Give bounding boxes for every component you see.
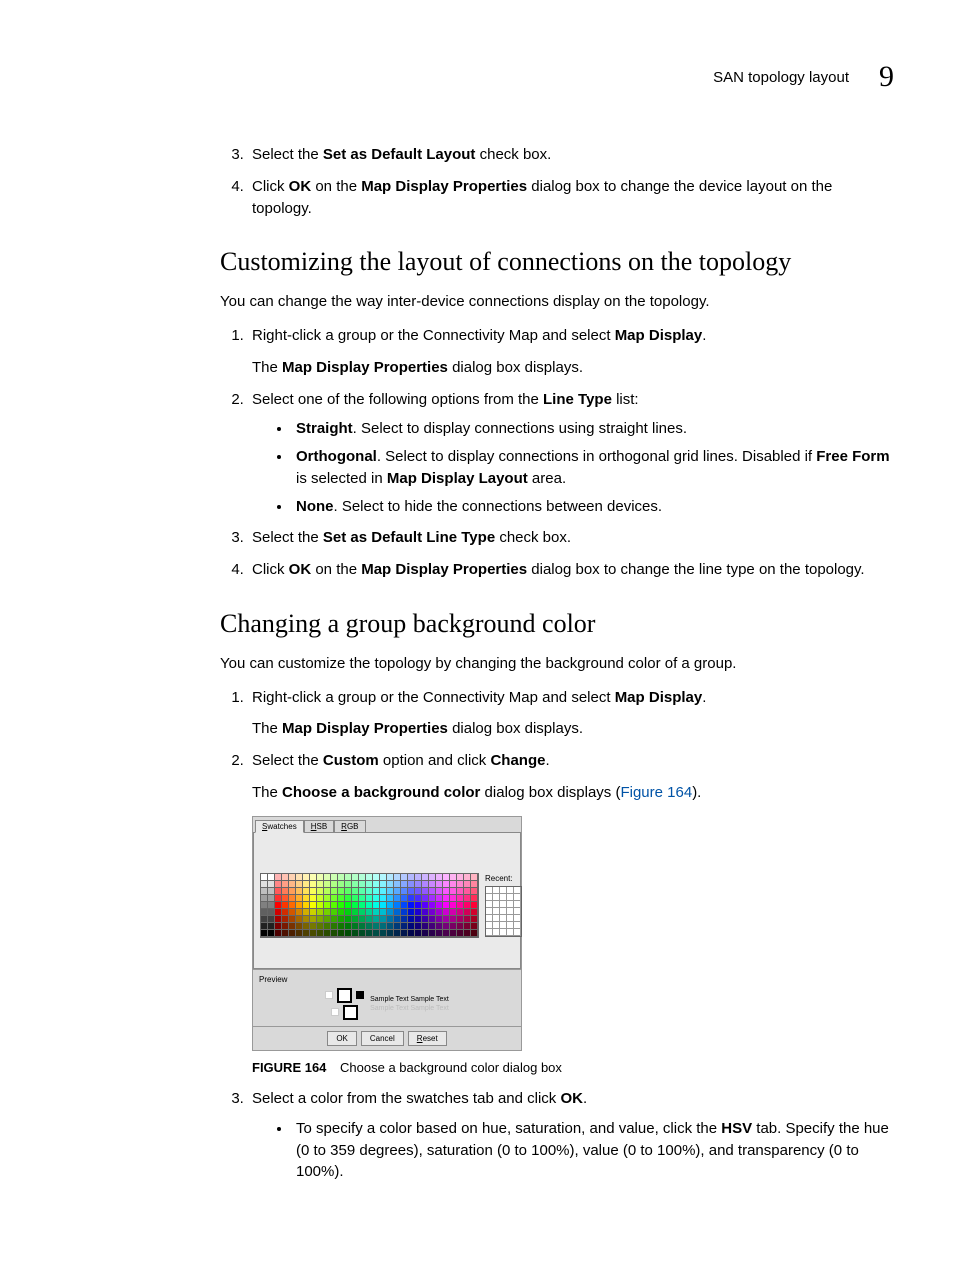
recent-grid[interactable] (485, 886, 522, 937)
ok-button[interactable]: OK (327, 1031, 357, 1047)
s1-step4-text: Click OK on the Map Display Properties d… (252, 561, 865, 578)
step-3: Select the Set as Default Layout check b… (248, 144, 894, 166)
step-4-text: Click OK on the Map Display Properties d… (252, 178, 832, 217)
section1-intro: You can change the way inter-device conn… (220, 291, 894, 313)
tab-swatches[interactable]: Swatches (255, 820, 304, 834)
reset-button[interactable]: Reset (408, 1031, 447, 1047)
s2-step1-text: Right-click a group or the Connectivity … (252, 689, 706, 706)
s1-step3-text: Select the Set as Default Line Type chec… (252, 529, 571, 546)
tab-rgb[interactable]: RGB (334, 820, 365, 834)
s2-step3: Select a color from the swatches tab and… (248, 1088, 894, 1183)
intro-steps: Select the Set as Default Layout check b… (220, 144, 894, 219)
figure-caption: FIGURE 164 Choose a background color dia… (252, 1059, 894, 1078)
s1-step2: Select one of the following options from… (248, 389, 894, 518)
tab-hsb[interactable]: HSB (304, 820, 334, 834)
chapter-number: 9 (879, 60, 894, 94)
swatches-panel: Recent: (253, 832, 521, 969)
s1-step2-bullets: Straight. Select to display connections … (252, 418, 894, 517)
s2-step2-text: Select the Custom option and click Chang… (252, 752, 550, 769)
preview-swatch-icon (331, 1008, 339, 1016)
section1-heading: Customizing the layout of connections on… (220, 247, 894, 277)
s2-step2: Select the Custom option and click Chang… (248, 750, 894, 1078)
preview-row: Sample Text Sample Text Sample Text Samp… (259, 988, 515, 1020)
recent-label: Recent: (485, 873, 522, 885)
s2-step3-text: Select a color from the swatches tab and… (252, 1090, 587, 1107)
section2-heading: Changing a group background color (220, 609, 894, 639)
preview-swatch-icon (343, 1005, 358, 1020)
bullet-straight: Straight. Select to display connections … (292, 418, 894, 440)
sample-text-line1: Sample Text Sample Text (370, 995, 449, 1004)
recent-block: Recent: (485, 873, 522, 937)
preview-swatch-icon (325, 991, 333, 999)
dialog-tabs: Swatches HSB RGB (253, 817, 521, 833)
bullet-none: None. Select to hide the connections bet… (292, 496, 894, 518)
page-header: SAN topology layout 9 (60, 60, 894, 94)
section2-steps: Right-click a group or the Connectivity … (220, 687, 894, 1184)
s2-step1: Right-click a group or the Connectivity … (248, 687, 894, 741)
bullet-orthogonal: Orthogonal. Select to display connection… (292, 446, 894, 490)
figure-164: Swatches HSB RGB Recent: Pre (252, 816, 894, 1079)
figure-text: Choose a background color dialog box (340, 1060, 562, 1075)
color-dialog: Swatches HSB RGB Recent: Pre (252, 816, 522, 1052)
cancel-button[interactable]: Cancel (361, 1031, 404, 1047)
sample-text-line2: Sample Text Sample Text (370, 1004, 449, 1013)
section2-intro: You can customize the topology by changi… (220, 653, 894, 675)
tab-swatches-rest: watches (267, 822, 296, 831)
s1-step3: Select the Set as Default Line Type chec… (248, 527, 894, 549)
s2-step3-bullets: To specify a color based on hue, saturat… (252, 1118, 894, 1183)
header-title: SAN topology layout (713, 69, 849, 86)
s1-step2-text: Select one of the following options from… (252, 391, 639, 408)
section1-steps: Right-click a group or the Connectivity … (220, 325, 894, 581)
dialog-buttons: OK Cancel Reset (253, 1026, 521, 1051)
preview-section: Preview (253, 969, 521, 1026)
s1-step1-sub: The Map Display Properties dialog box di… (252, 357, 894, 379)
s1-step1-text: Right-click a group or the Connectivity … (252, 327, 706, 344)
preview-label: Preview (259, 974, 515, 986)
preview-text: Sample Text Sample Text Sample Text Samp… (370, 995, 449, 1013)
swatch-grid[interactable] (260, 873, 479, 938)
figure-label: FIGURE 164 (252, 1060, 326, 1075)
s1-step4: Click OK on the Map Display Properties d… (248, 559, 894, 581)
s2-step1-sub: The Map Display Properties dialog box di… (252, 718, 894, 740)
bullet-hsv: To specify a color based on hue, saturat… (292, 1118, 894, 1183)
s1-step1: Right-click a group or the Connectivity … (248, 325, 894, 379)
preview-swatch-icon (337, 988, 352, 1003)
step-4: Click OK on the Map Display Properties d… (248, 176, 894, 220)
step-3-text: Select the Set as Default Layout check b… (252, 146, 551, 163)
page-content: Select the Set as Default Layout check b… (220, 144, 894, 1183)
s2-step2-sub: The Choose a background color dialog box… (252, 782, 894, 804)
preview-swatch-icon (356, 991, 364, 999)
